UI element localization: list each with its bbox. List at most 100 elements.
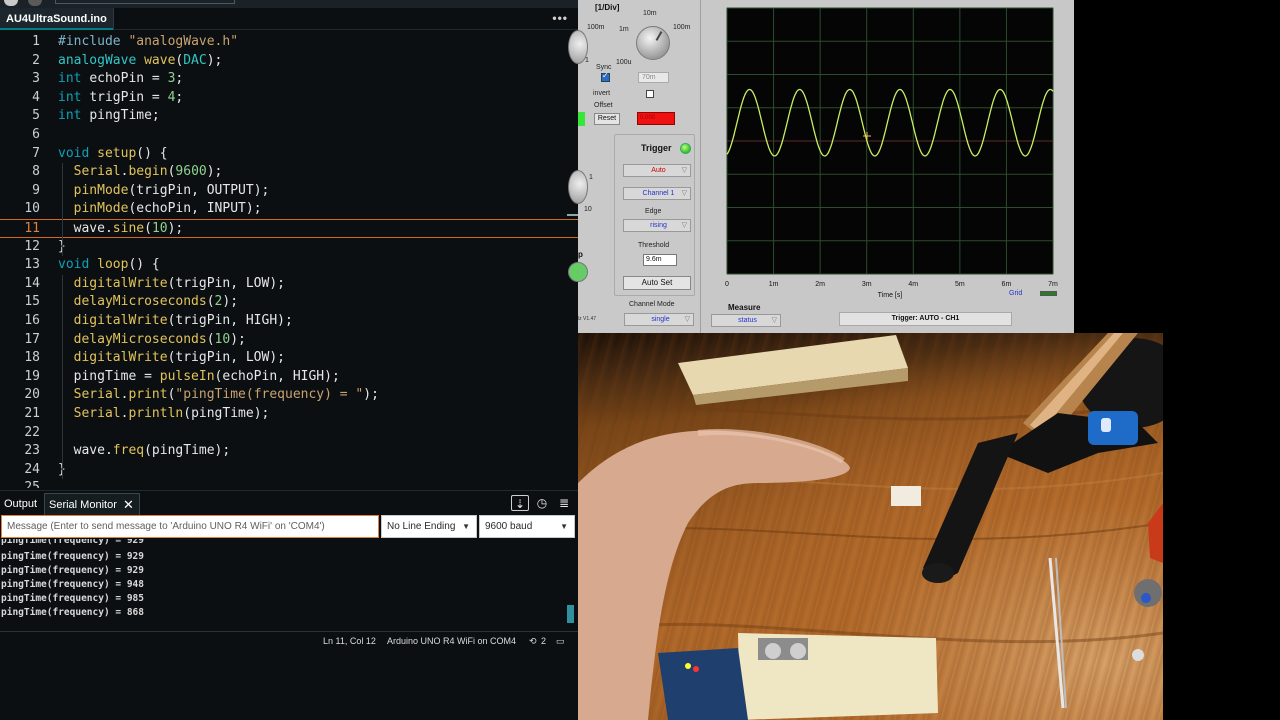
code-text: #include "analogWave.h"	[58, 33, 238, 52]
edge-select[interactable]: rising ▽	[623, 219, 691, 232]
code-token: print	[128, 387, 168, 403]
code-line[interactable]: 3 int echoPin = 3;	[0, 70, 578, 89]
trigger-title: Trigger	[641, 143, 672, 153]
window-control-icon[interactable]	[28, 0, 42, 6]
line-ending-select[interactable]: No Line Ending ▼	[381, 515, 477, 538]
code-line[interactable]: 23 wave.freq(pingTime);	[0, 442, 578, 461]
code-line[interactable]: 16 digitalWrite(trigPin, HIGH);	[0, 312, 578, 331]
code-token: wave	[144, 52, 176, 68]
code-line[interactable]: 6	[0, 126, 578, 145]
time-base-knob[interactable]	[636, 26, 670, 60]
auto-set-button[interactable]: Auto Set	[623, 276, 691, 290]
code-line[interactable]: 18 digitalWrite(trigPin, LOW);	[0, 349, 578, 368]
clear-output-icon[interactable]: ≣	[555, 495, 573, 511]
sync-checkbox[interactable]	[601, 71, 610, 82]
trigger-status: Trigger: AUTO - CH1	[839, 312, 1012, 326]
measure-select[interactable]: status ▽	[711, 314, 781, 327]
editor-scrollbar[interactable]	[567, 214, 578, 216]
code-line[interactable]: 24}	[0, 461, 578, 480]
code-text: void setup() {	[58, 145, 168, 164]
line-number: 12	[24, 238, 40, 254]
code-token: Serial	[73, 406, 121, 421]
x-axis-label: Time [s]	[878, 292, 903, 299]
code-line[interactable]: 25	[0, 479, 578, 488]
code-line[interactable]: 17 delayMicroseconds(10);	[0, 331, 578, 350]
trigger-channel-select[interactable]: Channel 1 ▽	[623, 187, 691, 200]
threshold-input[interactable]: 9.6m	[643, 254, 677, 266]
tab-output[interactable]: Output	[0, 493, 41, 515]
code-token: (pingTime);	[183, 406, 270, 421]
serial-line: pingTime(frequency) = 985	[1, 593, 144, 604]
code-line[interactable]: 14 digitalWrite(trigPin, LOW);	[0, 275, 578, 294]
code-text: void loop() {	[58, 256, 160, 275]
code-token: );	[363, 387, 379, 403]
chevron-down-icon: ▽	[681, 222, 687, 229]
autoscroll-icon[interactable]: ⇣	[511, 495, 529, 511]
code-line[interactable]: 22	[0, 424, 578, 443]
trigger-channel-value: Channel 1	[642, 190, 675, 197]
code-text: Serial.begin(9600);	[58, 163, 223, 182]
grid-toggle[interactable]	[1040, 291, 1057, 296]
knob-scale-label: 1m	[619, 26, 629, 33]
code-token: 10	[214, 331, 231, 347]
code-line[interactable]: 9 pinMode(trigPin, OUTPUT);	[0, 182, 578, 201]
scope-screen[interactable]: 0 1m 2m 3m 4m 5m 6m 7m Time [s]	[701, 0, 1075, 310]
close-icon[interactable]: ✕	[123, 494, 134, 516]
code-line[interactable]: 13 void loop() {	[0, 256, 578, 275]
channel-2-knob[interactable]	[568, 170, 588, 204]
notification-icon[interactable]: ⟲	[529, 636, 537, 647]
chevron-down-icon: ▽	[681, 190, 687, 197]
x-tick-label: 5m	[955, 281, 965, 288]
code-token: int	[58, 71, 90, 87]
code-line[interactable]: 12}	[0, 238, 578, 257]
code-text: pinMode(trigPin, OUTPUT);	[58, 182, 270, 201]
x-tick-label: 7m	[1048, 281, 1058, 288]
code-line[interactable]: 5 int pingTime;	[0, 107, 578, 126]
trigger-group: Trigger Auto ▽ Channel 1 ▽ Edge rising ▽ Th…	[614, 134, 695, 296]
board-status[interactable]: Arduino UNO R4 WiFi on COM4	[387, 636, 516, 646]
clock-icon[interactable]: ◷	[533, 495, 551, 511]
line-number: 17	[24, 331, 40, 347]
tab-more-icon[interactable]: •••	[552, 8, 568, 28]
channel-2-led	[568, 262, 588, 282]
line-number: 2	[32, 52, 40, 68]
code-line[interactable]: 4 int trigPin = 4;	[0, 89, 578, 108]
baud-rate-select[interactable]: 9600 baud ▼	[479, 515, 575, 538]
code-editor[interactable]: 1 #include "analogWave.h" 2 analogWave wave…	[0, 32, 578, 488]
code-text: delayMicroseconds(2);	[58, 293, 238, 312]
code-line[interactable]: 1 #include "analogWave.h"	[0, 33, 578, 52]
code-line[interactable]: 19 pingTime = pulseIn(echoPin, HIGH);	[0, 368, 578, 387]
search-box[interactable]	[55, 0, 235, 4]
channel-mode-select[interactable]: single ▽	[624, 313, 694, 326]
line-number: 14	[24, 275, 40, 291]
trigger-mode-select[interactable]: Auto ▽	[623, 164, 691, 177]
invert-checkbox[interactable]	[646, 90, 654, 98]
code-line[interactable]: 7 void setup() {	[0, 145, 578, 164]
bottom-panel-tabs: Output Serial Monitor ✕ ⇣ ◷ ≣	[0, 490, 578, 515]
panel-toggle-icon[interactable]: ▭	[556, 636, 565, 647]
time-div-label: [1/Div]	[595, 3, 620, 12]
offset-input[interactable]: 0.000	[637, 112, 675, 125]
grid-label: Grid	[1009, 290, 1023, 297]
delay-input[interactable]: 70m	[638, 72, 669, 83]
code-line[interactable]: 15 delayMicroseconds(2);	[0, 293, 578, 312]
code-line[interactable]: 21 Serial.println(pingTime);	[0, 405, 578, 424]
file-tab[interactable]: AU4UltraSound.ino	[0, 8, 114, 30]
serial-message-input[interactable]: Message (Enter to send message to 'Ardui…	[1, 515, 379, 538]
serial-scrollbar[interactable]	[567, 605, 574, 623]
offset-label: Offset	[594, 102, 613, 109]
window-control-icon[interactable]	[4, 0, 18, 6]
code-line[interactable]: 11 wave.sine(10);	[0, 219, 578, 238]
code-line[interactable]: 20 Serial.print("pingTime(frequency) = "…	[0, 386, 578, 405]
tab-serial-monitor[interactable]: Serial Monitor ✕	[44, 493, 140, 515]
editor-tab-bar: AU4UltraSound.ino •••	[0, 8, 578, 30]
code-token: digitalWrite	[73, 275, 168, 291]
code-line[interactable]: 2 analogWave wave(DAC);	[0, 52, 578, 71]
code-token: digitalWrite	[73, 350, 168, 366]
code-line[interactable]: 10 pinMode(echoPin, INPUT);	[0, 200, 578, 219]
camera-feed	[578, 333, 1163, 720]
reset-button[interactable]: Reset	[594, 113, 620, 125]
code-line[interactable]: 8 Serial.begin(9600);	[0, 163, 578, 182]
